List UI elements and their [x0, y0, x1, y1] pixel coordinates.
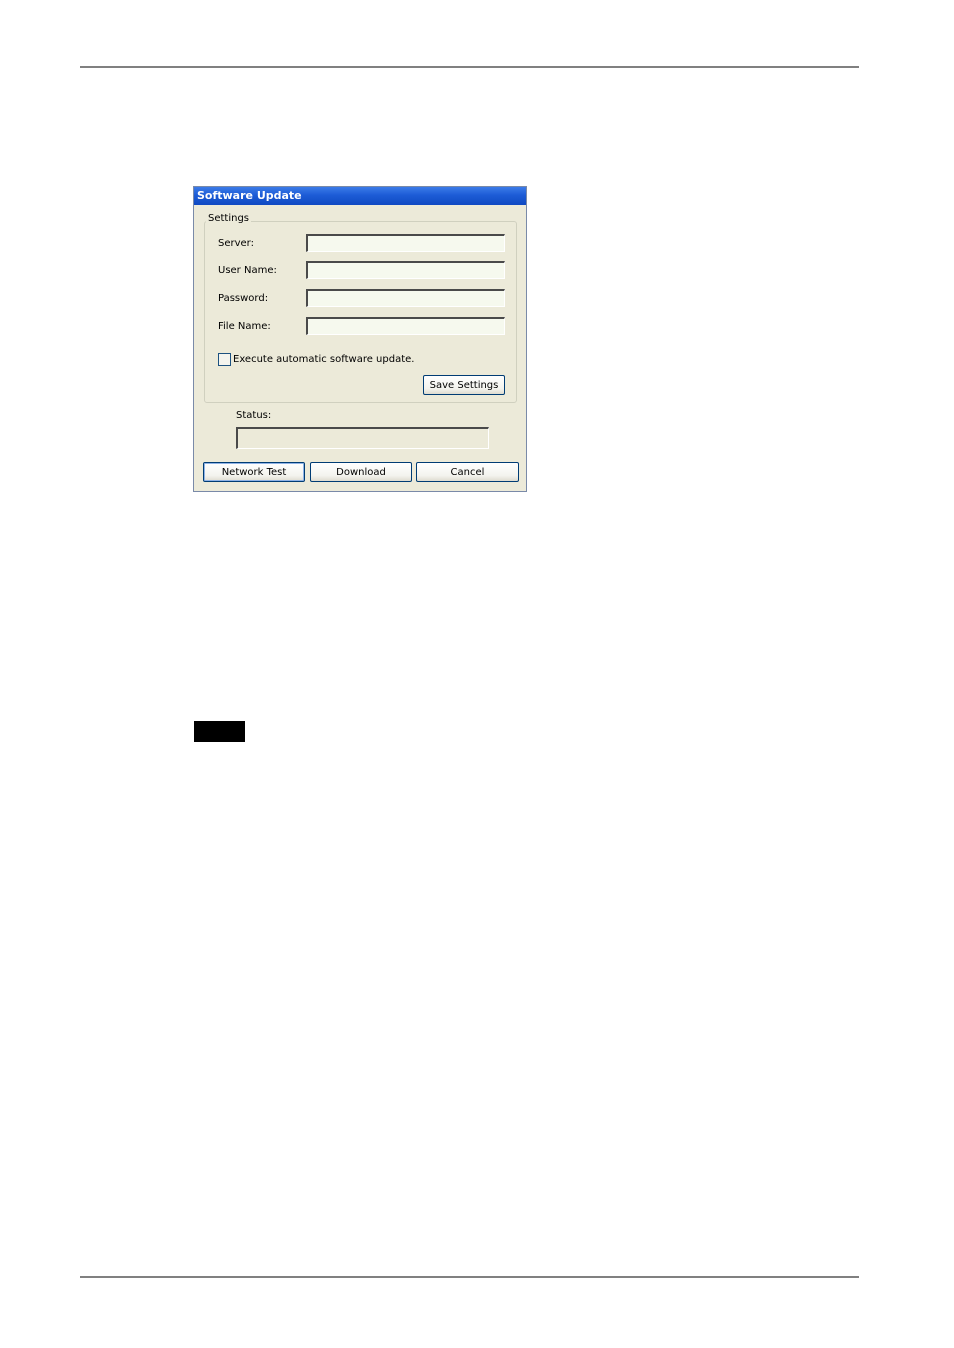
auto-update-checkbox[interactable] — [218, 352, 231, 366]
settings-legend: Settings — [206, 213, 252, 224]
server-label: Server: — [218, 238, 254, 249]
save-settings-button[interactable]: Save Settings — [423, 375, 505, 395]
note-badge — [194, 721, 245, 742]
footer-rule — [80, 1276, 859, 1278]
auto-update-label: Execute automatic software update. — [233, 353, 415, 365]
status-label: Status: — [236, 410, 272, 421]
password-label: Password: — [218, 293, 269, 304]
auto-update-option[interactable]: Execute automatic software update. — [218, 352, 414, 366]
cancel-button[interactable]: Cancel — [416, 462, 519, 482]
user-name-label: User Name: — [218, 265, 277, 276]
user-name-input[interactable] — [306, 261, 505, 279]
network-test-button[interactable]: Network Test — [203, 462, 305, 482]
server-input[interactable] — [306, 234, 505, 252]
dialog-title: Software Update — [197, 189, 302, 202]
file-name-input[interactable] — [306, 317, 505, 335]
password-input[interactable] — [306, 289, 505, 307]
file-name-label: File Name: — [218, 321, 271, 332]
dialog-titlebar[interactable]: Software Update — [194, 187, 526, 205]
download-button[interactable]: Download — [310, 462, 412, 482]
header-rule — [80, 66, 859, 68]
status-field — [236, 427, 489, 449]
software-update-dialog: Software Update Settings Server: User Na… — [193, 186, 527, 492]
